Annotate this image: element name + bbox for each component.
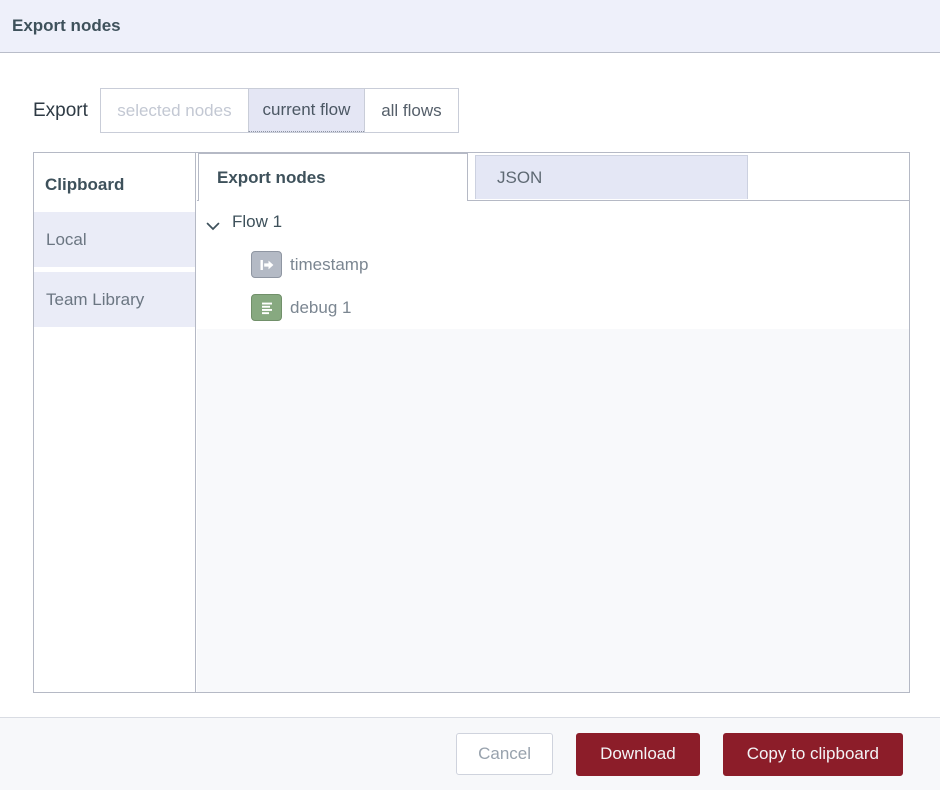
- library-panel-title: Clipboard: [34, 153, 195, 195]
- sidebar-item-team-library[interactable]: Team Library: [34, 272, 195, 327]
- chevron-down-icon[interactable]: [206, 218, 220, 227]
- export-scope-segmented-control: selected nodes current flow all flows: [100, 88, 459, 133]
- flow-tree: Flow 1 timestamp: [197, 201, 909, 692]
- library-sidebar: Clipboard Local Team Library: [34, 153, 196, 692]
- export-option-selected-nodes[interactable]: selected nodes: [101, 89, 248, 132]
- download-button[interactable]: Download: [576, 733, 700, 776]
- export-nodes-dialog: Export nodes Export selected nodes curre…: [0, 0, 940, 790]
- export-tab-bar: Export nodes JSON: [197, 153, 909, 201]
- tab-export-nodes[interactable]: Export nodes: [198, 153, 468, 201]
- export-scope-label: Export: [33, 100, 88, 122]
- export-content-panel: Clipboard Local Team Library Export node…: [33, 152, 910, 693]
- export-option-current-flow[interactable]: current flow: [248, 89, 364, 132]
- sidebar-item-label: Local: [46, 230, 87, 250]
- tree-row-flow-1[interactable]: Flow 1: [197, 201, 909, 243]
- sidebar-item-local[interactable]: Local: [34, 212, 195, 267]
- sidebar-item-label: Team Library: [46, 290, 144, 310]
- export-option-all-flows[interactable]: all flows: [364, 89, 458, 132]
- cancel-button[interactable]: Cancel: [456, 733, 553, 775]
- tab-label: Export nodes: [217, 168, 326, 188]
- dialog-footer: Cancel Download Copy to clipboard: [0, 717, 940, 790]
- flow-tree-rows: Flow 1 timestamp: [197, 201, 909, 329]
- tree-row-timestamp[interactable]: timestamp: [197, 243, 909, 286]
- node-label: debug 1: [290, 298, 351, 318]
- inject-arrow-icon: [251, 251, 282, 278]
- dialog-header: Export nodes: [0, 0, 940, 53]
- tab-label: JSON: [497, 168, 542, 188]
- flow-label: Flow 1: [232, 212, 282, 232]
- tree-row-debug-1[interactable]: debug 1: [197, 286, 909, 329]
- copy-to-clipboard-button[interactable]: Copy to clipboard: [723, 733, 903, 776]
- library-item-list: Local Team Library: [34, 212, 195, 327]
- export-scope-row: Export selected nodes current flow all f…: [33, 88, 459, 133]
- tab-json[interactable]: JSON: [475, 155, 748, 199]
- dialog-title: Export nodes: [12, 16, 121, 36]
- debug-lines-icon: [251, 294, 282, 321]
- node-label: timestamp: [290, 255, 368, 275]
